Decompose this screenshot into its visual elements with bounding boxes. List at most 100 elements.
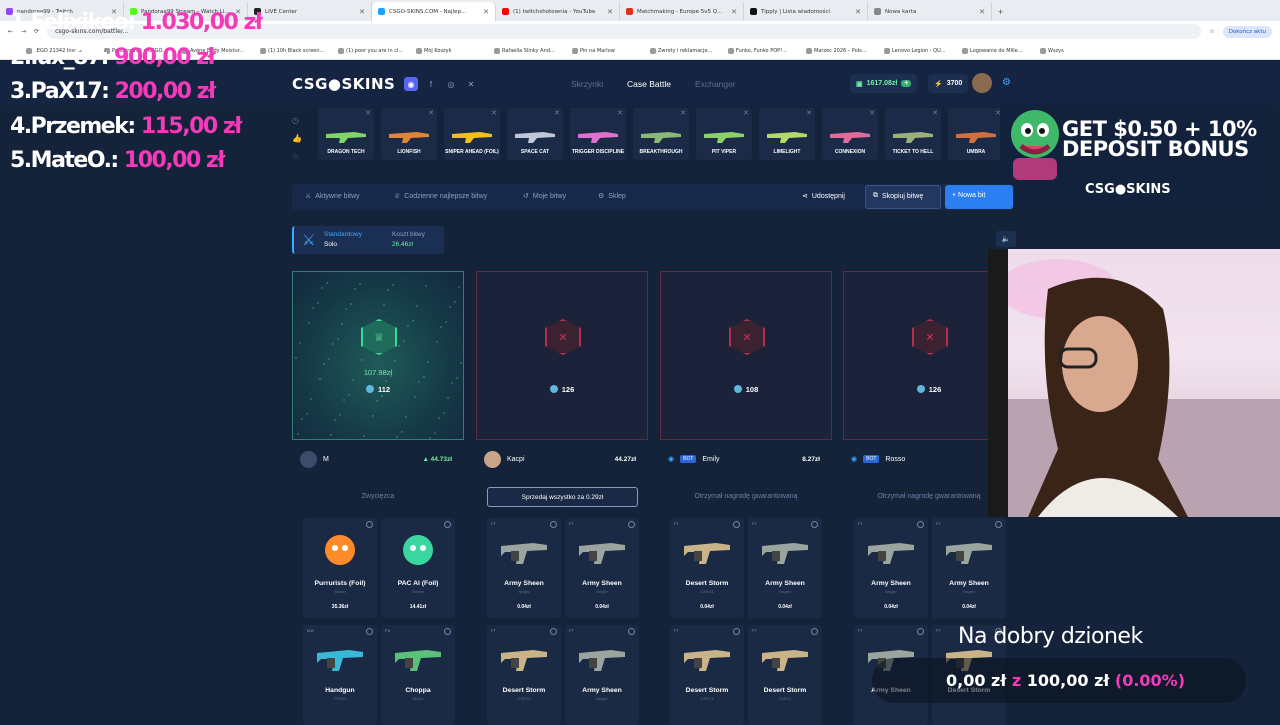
browser-tab[interactable]: Nowa karta ✕ — [868, 2, 992, 21]
bookmark-item[interactable]: Mój Koszyk — [416, 47, 490, 54]
browser-tab[interactable]: (1) twitchshotownia - YouTube ✕ — [496, 2, 620, 21]
bookmark-item[interactable]: (1) poor you are in cl... — [338, 47, 412, 54]
item-card[interactable]: MW Handgun P2000 — [303, 625, 377, 725]
tab-close-icon[interactable]: ✕ — [731, 8, 737, 16]
tab-close-icon[interactable]: ✕ — [607, 8, 613, 16]
bookmark-item[interactable]: Zwroty i reklamacje... — [650, 47, 724, 54]
remove-case-icon[interactable]: ✕ — [869, 109, 875, 117]
coins-pill[interactable]: ⚡ 3700 — [928, 74, 969, 93]
tab-daily-best[interactable]: ♕ Codzienne najlepsze bitwy — [394, 192, 487, 201]
new-tab-button[interactable]: + — [992, 2, 1009, 21]
item-select-checkbox[interactable] — [628, 628, 635, 635]
case-card[interactable]: ✕ TRIGGER DISCIPLINE — [570, 108, 626, 160]
facebook-icon[interactable]: f — [424, 77, 438, 91]
tab-shop[interactable]: ⚙ Sklep — [598, 192, 626, 201]
item-card[interactable]: FT Army Sheen Negev 0.04zł — [748, 518, 822, 618]
tab-active-battles[interactable]: ⚔ Aktywne bitwy — [305, 192, 360, 201]
item-card[interactable]: FT Army Sheen Negev 0.04zł — [932, 518, 1006, 618]
item-select-checkbox[interactable] — [811, 628, 818, 635]
case-card[interactable]: ✕ SPACE CAT — [507, 108, 563, 160]
case-card[interactable]: ✕ LIMELIGHT — [759, 108, 815, 160]
remove-case-icon[interactable]: ✕ — [932, 109, 938, 117]
item-card[interactable]: FT Desert Storm G3SG1 — [670, 625, 744, 725]
item-card[interactable]: FT Army Sheen Negev 0.04zł — [487, 518, 561, 618]
bookmark-item[interactable]: Marzec 2026 – Pols... — [806, 47, 880, 54]
remove-case-icon[interactable]: ✕ — [428, 109, 434, 117]
case-card[interactable]: ✕ BREAKTHROUGH — [633, 108, 689, 160]
nav-case-battle[interactable]: Case Battle — [627, 79, 671, 89]
item-select-checkbox[interactable] — [444, 521, 451, 528]
item-card[interactable]: FT Desert Storm G3SG1 — [487, 625, 561, 725]
item-card[interactable]: FT Desert Storm G3SG1 0.04zł — [670, 518, 744, 618]
site-logo[interactable]: CSG●SKINS — [292, 75, 395, 93]
case-card[interactable]: ✕ DRAGON TECH — [318, 108, 374, 160]
item-card[interactable]: FT Army Sheen Negev 0.04zł — [854, 518, 928, 618]
tab-my-battles[interactable]: ↺ Moje bitwy — [523, 192, 566, 201]
bookmark-item[interactable]: Logowanie do Mille... — [962, 47, 1036, 54]
remove-case-icon[interactable]: ✕ — [680, 109, 686, 117]
case-card[interactable]: ✕ SNIPER AHEAD (FOIL) — [444, 108, 500, 160]
bookmark-item[interactable]: Wszys — [1040, 47, 1114, 54]
remove-case-icon[interactable]: ✕ — [491, 109, 497, 117]
remove-case-icon[interactable]: ✕ — [806, 109, 812, 117]
remove-case-icon[interactable]: ✕ — [365, 109, 371, 117]
item-select-checkbox[interactable] — [550, 628, 557, 635]
case-card[interactable]: ✕ CONNEXION — [822, 108, 878, 160]
item-select-checkbox[interactable] — [444, 628, 451, 635]
share-button[interactable]: ⋖ Udostępnij — [802, 192, 845, 201]
bookmark-item[interactable]: Pin na Marlow — [572, 47, 646, 54]
item-select-checkbox[interactable] — [550, 521, 557, 528]
case-card[interactable]: ✕ LIONFISH — [381, 108, 437, 160]
remove-case-icon[interactable]: ✕ — [743, 109, 749, 117]
bookmark-item[interactable]: (1) 10h Black screen... — [260, 47, 334, 54]
tab-close-icon[interactable]: ✕ — [483, 8, 489, 16]
balance-pill[interactable]: ▣ 1617.08zł + — [850, 74, 918, 93]
browser-tab[interactable]: LIVE Center ✕ — [248, 2, 372, 21]
case-weapon-image — [515, 132, 555, 143]
bookmark-star-icon[interactable]: ☆ — [1209, 28, 1214, 35]
settings-gear-icon[interactable]: ⚙ — [1002, 77, 1011, 88]
instagram-icon[interactable]: ◎ — [444, 77, 458, 91]
case-card[interactable]: ✕ TICKET TO HELL — [885, 108, 941, 160]
item-select-checkbox[interactable] — [366, 628, 373, 635]
finish-update-button[interactable]: Dokończ aktu — [1222, 25, 1272, 38]
user-avatar[interactable] — [972, 73, 992, 93]
item-select-checkbox[interactable] — [628, 521, 635, 528]
item-select-checkbox[interactable] — [733, 628, 740, 635]
player-avatar[interactable] — [484, 450, 501, 468]
nav-cases[interactable]: Skrzynki — [571, 79, 603, 89]
item-select-checkbox[interactable] — [366, 521, 373, 528]
tab-close-icon[interactable]: ✕ — [359, 8, 365, 16]
tab-close-icon[interactable]: ✕ — [979, 8, 985, 16]
bookmark-item[interactable]: Lenovo Legion - QU... — [884, 47, 958, 54]
case-card[interactable]: ✕ UMBRA — [948, 108, 1004, 160]
bookmark-item[interactable]: Funko, Funko POP!... — [728, 47, 802, 54]
item-card[interactable]: FN Choppa M4A4 — [381, 625, 455, 725]
speaker-icon[interactable]: 🔈 — [996, 231, 1016, 247]
deposit-plus-icon[interactable]: + — [901, 80, 912, 87]
browser-tab[interactable]: Matchmaking - Europe 5v5 Q... ✕ — [620, 2, 744, 21]
tab-close-icon[interactable]: ✕ — [855, 8, 861, 16]
item-card[interactable]: PAC AI (Foil) Sticker 14.41zł — [381, 518, 455, 618]
item-select-checkbox[interactable] — [917, 628, 924, 635]
sell-all-button[interactable]: Sprzedaj wszystko za 0.29zł — [487, 487, 638, 507]
item-select-checkbox[interactable] — [995, 521, 1002, 528]
item-card[interactable]: Purrurists (Foil) Sticker 35.36zł — [303, 518, 377, 618]
item-select-checkbox[interactable] — [917, 521, 924, 528]
case-card[interactable]: ✕ PIT VIPER — [696, 108, 752, 160]
bookmark-item[interactable]: Rafaella Slinky And... — [494, 47, 568, 54]
discord-icon[interactable]: ◉ — [404, 77, 418, 91]
x-icon[interactable]: ✕ — [464, 77, 478, 91]
browser-tab[interactable]: CSGO-SKINS.COM - Najlep... ✕ — [372, 2, 496, 21]
item-select-checkbox[interactable] — [733, 521, 740, 528]
remove-case-icon[interactable]: ✕ — [617, 109, 623, 117]
case-name: BREAKTHROUGH — [639, 149, 683, 155]
player-avatar[interactable] — [300, 450, 317, 468]
nav-exchanger[interactable]: Exchanger — [695, 79, 736, 89]
item-card[interactable]: FT Army Sheen Negev 0.04zł — [565, 518, 639, 618]
item-card[interactable]: FT Army Sheen Negev — [565, 625, 639, 725]
remove-case-icon[interactable]: ✕ — [554, 109, 560, 117]
item-select-checkbox[interactable] — [811, 521, 818, 528]
browser-tab[interactable]: Tipply | Lista wiadomości ✕ — [744, 2, 868, 21]
item-card[interactable]: FT Desert Storm G3SG1 — [748, 625, 822, 725]
